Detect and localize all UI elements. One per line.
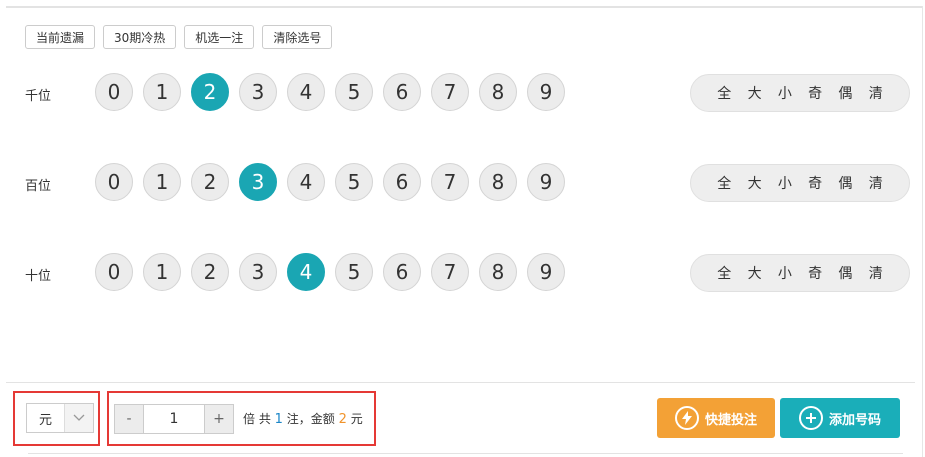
number-ball[interactable]: 3 [239,253,277,291]
number-ball[interactable]: 8 [479,73,517,111]
quick-filter-option[interactable]: 全 [717,173,731,193]
number-balls: 0123456789 [95,163,565,201]
bottom-divider [6,382,915,383]
increase-button[interactable]: + [204,404,234,434]
number-ball[interactable]: 1 [143,163,181,201]
number-ball[interactable]: 1 [143,73,181,111]
unit-value: 元 [38,412,52,428]
quick-filter-option[interactable]: 全 [717,263,731,283]
number-ball[interactable]: 0 [95,253,133,291]
digit-row: 百位 0 1 2 3 4 5 6 7 8 9 全大小奇偶清 [25,163,915,203]
number-ball[interactable]: 4 [287,73,325,111]
multiplier-stepper: - 1 + [114,404,234,434]
number-ball[interactable]: 7 [431,163,469,201]
top-divider [6,6,923,8]
quick-filter-group: 全大小奇偶清 [690,74,910,112]
number-balls: 0123456789 [95,73,565,111]
quick-filter-group: 全大小奇偶清 [690,164,910,202]
number-ball[interactable]: 2 [191,73,229,111]
digit-row: 十位 0 1 2 3 4 5 6 7 8 9 全大小奇偶清 [25,253,915,293]
number-ball[interactable]: 6 [383,163,421,201]
bet-count: 1 [274,412,283,427]
current-missing-button[interactable]: 当前遗漏 [25,25,96,49]
number-ball[interactable]: 2 [191,163,229,201]
quick-filter-option[interactable]: 奇 [808,263,822,283]
number-ball[interactable]: 8 [479,163,517,201]
number-ball[interactable]: 0 [95,73,133,111]
number-ball[interactable]: 5 [335,163,373,201]
number-ball[interactable]: 0 [95,163,133,201]
number-ball[interactable]: 7 [431,73,469,111]
number-ball[interactable]: 7 [431,253,469,291]
number-ball[interactable]: 8 [479,253,517,291]
digit-row: 千位 0 1 2 3 4 5 6 7 8 9 全大小奇偶清 [25,73,915,113]
quick-filter-option[interactable]: 大 [748,173,762,193]
number-ball[interactable]: 3 [239,73,277,111]
clear-selection-button[interactable]: 清除选号 [262,25,333,49]
quick-filter-option[interactable]: 奇 [808,173,822,193]
quick-filter-option[interactable]: 大 [748,263,762,283]
chevron-down-icon[interactable] [64,404,93,432]
row-label: 百位 [25,179,52,194]
quick-filter-option[interactable]: 清 [869,263,883,283]
add-number-label: 添加号码 [828,412,881,428]
quick-filter-option[interactable]: 小 [778,83,792,103]
number-ball[interactable]: 2 [191,253,229,291]
footer-divider [28,453,903,454]
bet-amount: 2 [338,412,347,427]
quick-filter-option[interactable]: 奇 [808,83,822,103]
number-ball[interactable]: 5 [335,253,373,291]
toolbar: 当前遗漏 30期冷热 机选一注 清除选号 [25,25,333,49]
quick-filter-option[interactable]: 清 [869,173,883,193]
multiplier-input[interactable]: 1 [144,404,204,434]
plus-circle-icon [798,406,823,430]
number-ball[interactable]: 9 [527,253,565,291]
bet-count-unit: 注，金额 [286,412,335,426]
hot-cold-30-button[interactable]: 30期冷热 [103,25,177,49]
lightning-icon [674,406,699,430]
add-number-button[interactable]: 添加号码 [780,398,900,438]
number-ball[interactable]: 1 [143,253,181,291]
number-ball[interactable]: 6 [383,253,421,291]
number-ball[interactable]: 9 [527,163,565,201]
quick-filter-option[interactable]: 小 [778,173,792,193]
quick-filter-option[interactable]: 清 [869,83,883,103]
number-ball[interactable]: 9 [527,73,565,111]
quick-bet-label: 快捷投注 [704,412,757,428]
bet-summary: 倍 共 1 注，金额 2 元 [243,410,363,427]
number-ball[interactable]: 4 [287,163,325,201]
right-border [922,6,923,457]
number-ball[interactable]: 4 [287,253,325,291]
random-pick-button[interactable]: 机选一注 [184,25,255,49]
quick-filter-group: 全大小奇偶清 [690,254,910,292]
row-label: 千位 [25,89,52,104]
quick-bet-button[interactable]: 快捷投注 [657,398,775,438]
multiplier-suffix: 倍 共 [243,412,271,426]
quick-filter-option[interactable]: 偶 [838,83,852,103]
quick-filter-option[interactable]: 大 [748,83,762,103]
number-balls: 0123456789 [95,253,565,291]
number-ball[interactable]: 6 [383,73,421,111]
number-ball[interactable]: 3 [239,163,277,201]
bet-amount-unit: 元 [350,412,363,426]
unit-select[interactable]: 元 [26,403,94,433]
row-label: 十位 [25,269,52,284]
quick-filter-option[interactable]: 小 [778,263,792,283]
quick-filter-option[interactable]: 全 [717,83,731,103]
decrease-button[interactable]: - [114,404,144,434]
quick-filter-option[interactable]: 偶 [838,173,852,193]
number-ball[interactable]: 5 [335,73,373,111]
quick-filter-option[interactable]: 偶 [838,263,852,283]
